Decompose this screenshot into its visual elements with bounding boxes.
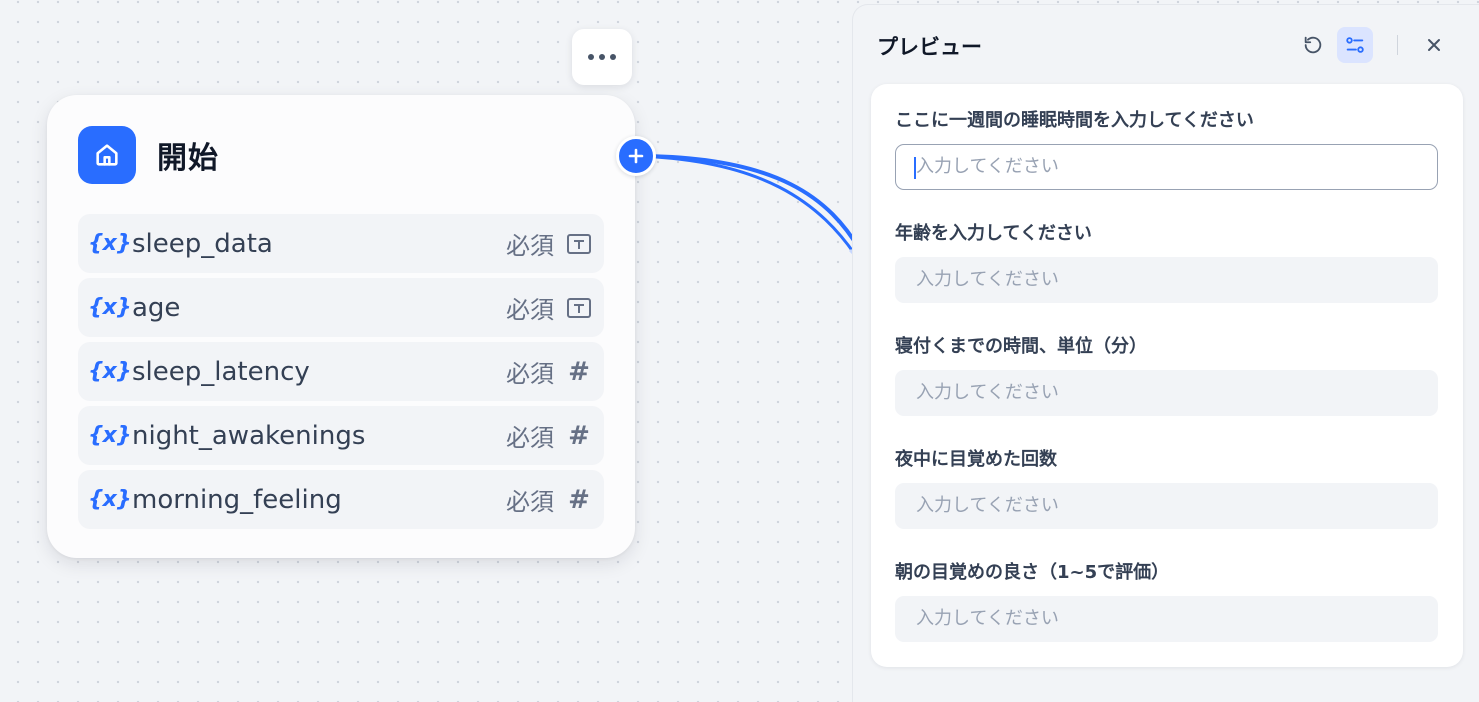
close-button[interactable] [1416,27,1452,63]
required-label: 必須 [506,296,554,324]
required-label: 必須 [506,424,554,452]
sleep-latency-input[interactable]: 入力してください [895,370,1438,416]
variable-icon: {x} [88,423,132,448]
home-icon [78,126,136,184]
variable-icon: {x} [88,231,132,256]
sleep-data-input[interactable]: 入力してください [895,144,1438,190]
variable-name: night_awakenings [132,420,366,451]
form-field: 夜中に目覚めた回数 入力してください [895,448,1438,529]
required-label: 必須 [506,488,554,516]
node-header: 開始 [78,126,219,184]
close-icon [1428,39,1440,51]
form-field: 年齢を入力してください 入力してください [895,222,1438,303]
reset-button[interactable] [1295,27,1331,63]
refresh-icon [1304,36,1322,54]
age-input[interactable]: 入力してください [895,257,1438,303]
variable-name: age [132,292,181,323]
input-form: ここに一週間の睡眠時間を入力してください 入力してください 年齢を入力してくださ… [871,84,1463,667]
form-field: 寝付くまでの時間、単位（分） 入力してください [895,335,1438,416]
required-label: 必須 [506,232,554,260]
variable-icon: {x} [88,295,132,320]
variable-row[interactable]: {x} age 必須 [78,278,604,337]
night-awakenings-input[interactable]: 入力してください [895,483,1438,529]
add-node-button[interactable] [616,136,656,176]
panel-title: プレビュー [877,35,982,59]
variable-list: {x} sleep_data 必須 {x} age 必須 {x} sleep_l… [78,214,604,534]
field-label: ここに一週間の睡眠時間を入力してください [895,110,1254,131]
variables-settings-button[interactable] [1337,27,1373,63]
plus-icon [628,148,644,164]
field-label: 朝の目覚めの良さ（1~5で評価） [895,562,1170,583]
number-icon: # [568,484,590,515]
panel-actions [1295,27,1452,63]
form-field: 朝の目覚めの良さ（1~5で評価） 入力してください [895,561,1438,642]
variable-icon: {x} [88,487,132,512]
preview-panel: プレビュー ここに一週間の睡眠時間を入力してください 入力してください 年齢を入… [852,4,1479,702]
number-icon: # [568,420,590,451]
variable-name: sleep_latency [132,356,310,387]
text-input-icon [566,231,592,257]
variable-row[interactable]: {x} night_awakenings 必須 # [78,406,604,465]
start-node[interactable]: 開始 {x} sleep_data 必須 {x} age 必須 {x} slee… [47,95,635,558]
variable-row[interactable]: {x} sleep_data 必須 [78,214,604,273]
morning-feeling-input[interactable]: 入力してください [895,596,1438,642]
variable-row[interactable]: {x} morning_feeling 必須 # [78,470,604,529]
number-icon: # [568,356,590,387]
text-caret [914,157,916,179]
required-label: 必須 [506,360,554,388]
variable-name: morning_feeling [132,484,342,515]
text-input-icon [566,295,592,321]
field-label: 年齢を入力してください [895,223,1092,244]
settings-sliders-icon [1346,37,1364,53]
form-field: ここに一週間の睡眠時間を入力してください 入力してください [895,109,1438,190]
variable-name: sleep_data [132,228,273,259]
field-label: 寝付くまでの時間、単位（分） [895,336,1147,357]
dot-icon [599,54,605,60]
toolbar-divider [1397,35,1398,55]
node-title: 開始 [157,141,219,176]
more-options-button[interactable] [572,29,632,85]
variable-row[interactable]: {x} sleep_latency 必須 # [78,342,604,401]
dot-icon [610,54,616,60]
dot-icon [588,54,594,60]
variable-icon: {x} [88,359,132,384]
field-label: 夜中に目覚めた回数 [895,449,1057,470]
